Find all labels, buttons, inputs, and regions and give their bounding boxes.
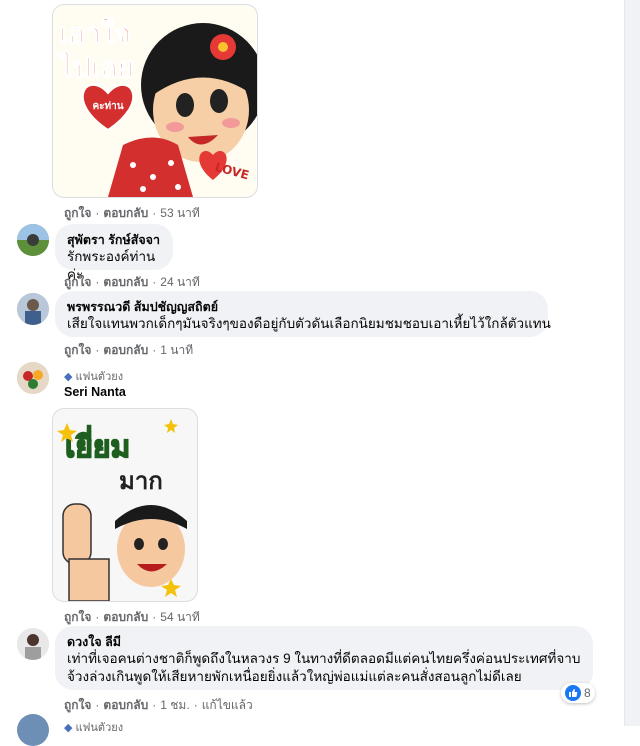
diamond-icon: ◆ [64,371,73,383]
sticker-image[interactable]: เยี่ยม มาก [52,408,198,602]
avatar-photo-icon [17,628,49,660]
comment-actions: ถูกใจ · ตอบกลับ · 24 นาที [64,275,200,289]
comment-time[interactable]: 1 นาที [160,343,193,357]
reply-link[interactable]: ตอบกลับ [103,610,148,624]
like-link[interactable]: ถูกใจ [64,275,91,289]
avatar[interactable] [17,628,49,660]
reply-link[interactable]: ตอบกลับ [103,343,148,357]
reply-link[interactable]: ตอบกลับ [103,275,148,289]
diamond-icon: ◆ [64,722,73,734]
sticker-thumbs-up-illustration: เยี่ยม มาก [57,419,187,601]
like-link[interactable]: ถูกใจ [64,610,91,624]
reply-link[interactable]: ตอบกลับ [103,698,148,712]
comment-actions: ถูกใจ · ตอบกลับ · 53 นาที [64,206,200,220]
comment-actions: ถูกใจ · ตอบกลับ · 54 นาที [64,610,200,624]
comment-time[interactable]: 53 นาที [160,206,200,220]
sticker-text-line2: ไปเลย [56,51,134,84]
avatar[interactable] [17,224,49,256]
comment-bubble: สุพัตรา รักษ์สัจจา รักพระองค์ท่านค่ะ [55,224,173,282]
sticker-text-line2: มาก [119,467,163,495]
sticker-image[interactable]: คะท่าน LOVE เอาใจ ไปเลย [52,4,258,198]
avatar[interactable] [17,714,49,746]
like-link[interactable]: ถูกใจ [64,343,91,357]
avatar[interactable] [17,362,49,394]
avatar-photo-icon [17,293,49,325]
commenter-name[interactable]: สุพัตรา รักษ์สัจจา [67,232,161,248]
badge-label: แฟนตัวยง [75,371,124,383]
comment-actions: ถูกใจ · ตอบกลับ · 1 นาที [64,343,194,357]
comment-bubble: พรพรรณวดี ส้มปชัญญสถิตย์ เสียใจแทนพวกเด็… [55,291,551,337]
edited-label: แก้ไขแล้ว [201,698,253,712]
comment-text-line: จ้วงล่วงเกินพูดให้เสียหายพักเหนื่อยยิ่งแ… [67,669,522,684]
avatar[interactable] [17,293,49,325]
reaction-number: 8 [584,686,591,700]
comment-time[interactable]: 1 ชม. [160,698,189,712]
comment-actions: ถูกใจ · ตอบกลับ · 1 ชม. · แก้ไขแล้ว [64,698,253,712]
comment-time[interactable]: 24 นาที [160,275,200,289]
love-label: LOVE [214,160,251,182]
like-icon [565,685,581,701]
badge-label: แฟนตัวยง [75,722,124,734]
comment-text-line: เท่าที่เจอคนต่างชาติก็พูดถึงในหลวงร 9 ใน… [67,651,581,666]
avatar-photo-icon [17,224,49,256]
like-link[interactable]: ถูกใจ [64,698,91,712]
reply-link[interactable]: ตอบกลับ [103,206,148,220]
like-link[interactable]: ถูกใจ [64,206,91,220]
top-fan-badge: ◆ แฟนตัวยง [64,718,123,736]
avatar-photo-icon [17,362,49,394]
top-fan-badge: ◆ แฟนตัวยง [64,367,123,385]
commenter-name[interactable]: พรพรรณวดี ส้มปชัญญสถิตย์ [67,299,536,315]
sticker-girl-illustration: คะท่าน LOVE เอาใจ ไปเลย [56,17,257,197]
comments-panel: คะท่าน LOVE เอาใจ ไปเลย ถูกใจ · ตอบกลับ · 53… [0,0,625,746]
heart-label: คะท่าน [92,100,123,112]
commenter-name[interactable]: Seri Nanta [64,385,126,399]
commenter-name[interactable]: ดวงใจ ลีมี [67,634,581,650]
reaction-count[interactable]: 8 [561,683,595,703]
comment-text: เสียใจแทนพวกเด็กๆมันจริงๆของดือยู่กับตัว… [67,316,551,331]
scrollbar[interactable] [624,0,640,726]
comment-time[interactable]: 54 นาที [160,610,200,624]
sticker-text-line1: เอาใจ [59,17,131,50]
comment-bubble: ดวงใจ ลีมี เท่าที่เจอคนต่างชาติก็พูดถึงใ… [55,626,593,690]
